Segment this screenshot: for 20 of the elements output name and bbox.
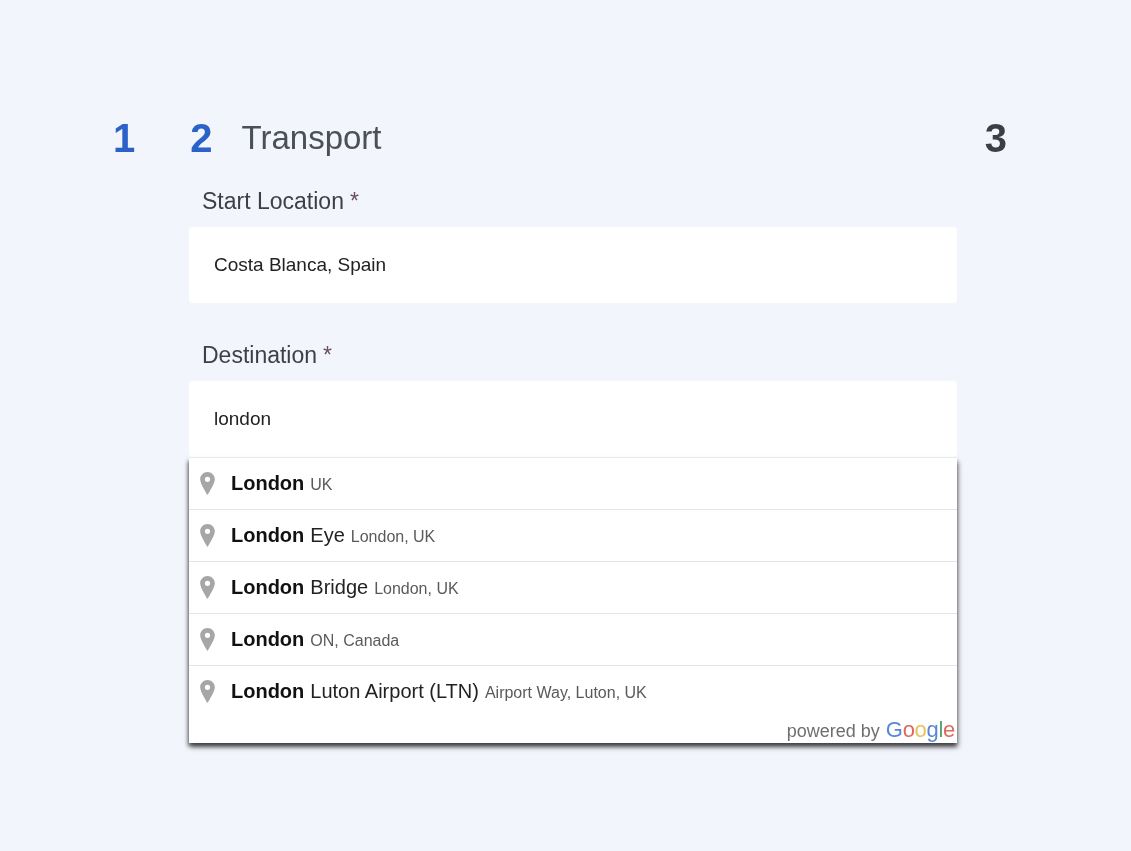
text-field[interactable]: london [189, 381, 957, 457]
text-field[interactable]: Costa Blanca, Spain [189, 227, 957, 303]
map-pin-icon [200, 628, 215, 651]
suggestion-item[interactable]: London Bridge London, UK [189, 561, 957, 613]
suggestion-item[interactable]: London UK [189, 458, 957, 509]
map-pin-icon [200, 472, 215, 495]
suggestion-item[interactable]: London Luton Airport (LTN) Airport Way, Luton, UK [189, 665, 957, 717]
map-pin-icon [200, 524, 215, 547]
suggestion-item[interactable]: London Eye London, UK [189, 509, 957, 561]
attribution-text: powered by [786, 721, 880, 742]
field-label: Start Location * [202, 188, 359, 214]
step-title: Transport [241, 118, 382, 158]
suggestion-item[interactable]: London ON, Canada [189, 613, 957, 665]
step-number: 2 [190, 118, 213, 158]
map-pin-icon [200, 680, 215, 703]
google-logo: Google [885, 717, 955, 743]
field-label: Destination * [202, 342, 333, 368]
step-number: 1 [113, 118, 136, 158]
map-pin-icon [200, 576, 215, 599]
step-number: 3 [984, 118, 1007, 158]
